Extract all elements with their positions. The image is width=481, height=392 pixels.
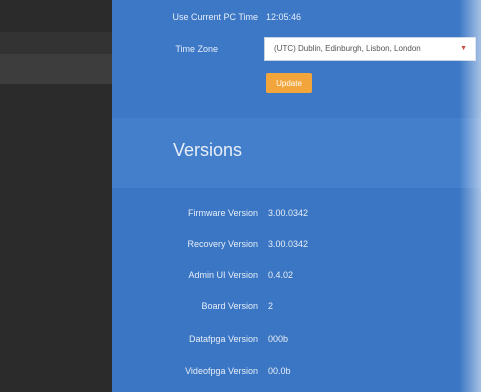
videofpga-version-label: Videofpga Version xyxy=(185,366,258,376)
datafpga-version-label: Datafpga Version xyxy=(188,334,258,344)
sidebar xyxy=(0,0,112,392)
time-zone-select[interactable]: (UTC) Dublin, Edinburgh, Lisbon, London … xyxy=(264,37,476,61)
sidebar-item-selected[interactable] xyxy=(0,54,112,84)
videofpga-version-value: 00.0b xyxy=(268,366,291,376)
admin-ui-version-label: Admin UI Version xyxy=(188,270,258,280)
sidebar-item[interactable] xyxy=(0,32,112,54)
use-pc-time-label: Use Current PC Time xyxy=(172,12,258,22)
time-zone-value: (UTC) Dublin, Edinburgh, Lisbon, London xyxy=(274,44,421,53)
edge-fade xyxy=(459,0,481,392)
firmware-version-value: 3.00.0342 xyxy=(268,208,309,218)
update-button[interactable]: Update xyxy=(266,73,312,93)
board-version-label: Board Version xyxy=(201,301,258,311)
recovery-version-value: 3.00.0342 xyxy=(268,239,309,249)
datafpga-version-value: 000b xyxy=(268,334,289,344)
section-header-band xyxy=(112,118,481,188)
board-version-value: 2 xyxy=(268,301,274,311)
current-time-value: 12:05:46 xyxy=(266,12,302,22)
time-zone-label: Time Zone xyxy=(175,44,218,54)
recovery-version-label: Recovery Version xyxy=(187,239,258,249)
versions-panel xyxy=(112,188,481,392)
firmware-version-label: Firmware Version xyxy=(187,208,258,218)
versions-title: Versions xyxy=(173,140,243,160)
admin-ui-version-value: 0.4.02 xyxy=(268,270,294,280)
